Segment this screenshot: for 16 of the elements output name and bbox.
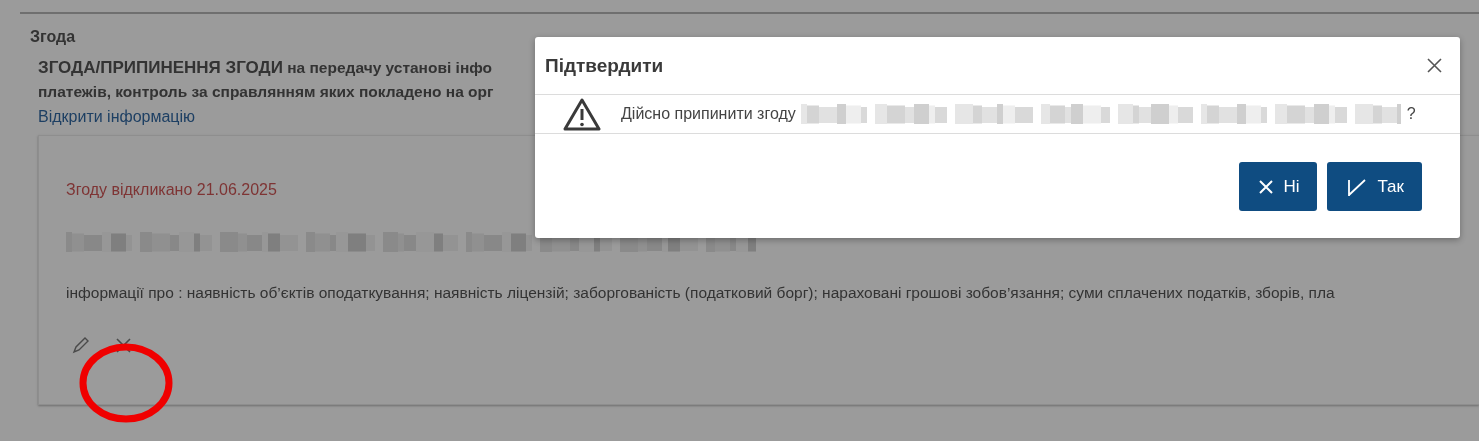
close-icon <box>1259 179 1274 194</box>
open-info-link[interactable]: Відкрити інформацію <box>38 104 196 130</box>
question-mark: ? <box>1406 105 1416 123</box>
warning-icon <box>563 97 601 131</box>
dialog-title: Підтвердити <box>545 54 664 77</box>
close-icon[interactable] <box>1427 58 1442 73</box>
confirm-message: Дійсно припинити згоду <box>621 105 796 123</box>
no-button[interactable]: Ні <box>1239 162 1318 211</box>
section-title: Згода <box>30 28 76 46</box>
close-icon[interactable] <box>116 337 131 353</box>
revoked-status: Згоду відкликано 21.06.2025 <box>66 181 277 199</box>
yes-button[interactable]: Так <box>1327 162 1422 211</box>
consent-heading: ЗГОДА/ПРИПИНЕННЯ ЗГОДИ на передачу установі інфо платежів, контроль за справлянням яких покладено на орг <box>38 57 494 102</box>
check-icon <box>1347 176 1368 197</box>
info-text: інформації про : наявність об’єктів оподаткування; наявність ліцензій; заборгованість (податковий борг); нараховані грошові зобов’язання; суми сплачених податків, зборів, пла <box>66 284 1335 302</box>
pencil-icon[interactable] <box>72 336 90 354</box>
